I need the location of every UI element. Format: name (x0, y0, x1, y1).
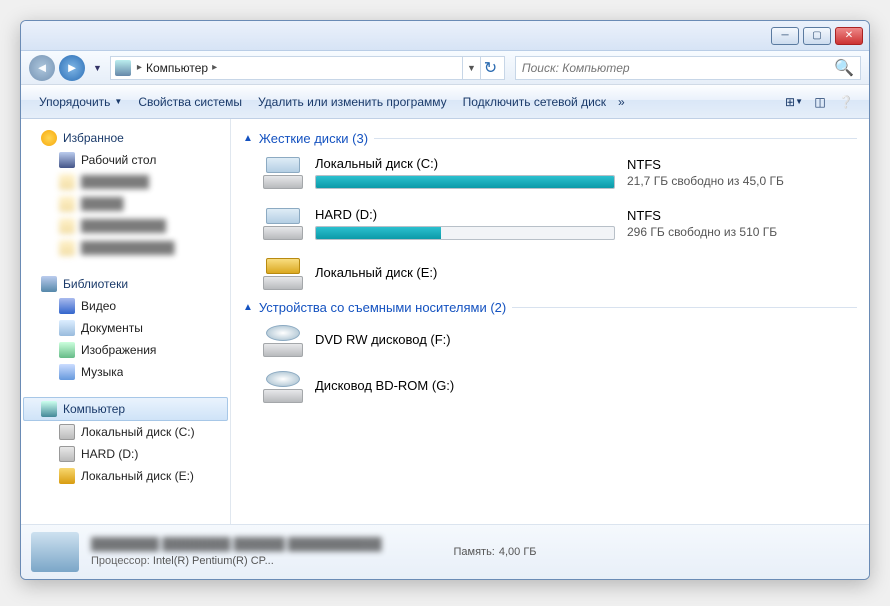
locked-disk-icon (59, 468, 75, 484)
drive-name: Локальный диск (C:) (315, 156, 615, 171)
sidebar-item-blurred[interactable]: ██████████ (23, 215, 228, 237)
search-box[interactable]: 🔍 (515, 56, 861, 80)
drive-item-e[interactable]: Локальный диск (E:) (263, 258, 857, 290)
sidebar-item-local-c[interactable]: Локальный диск (C:) (23, 421, 228, 443)
sidebar-item-blurred[interactable]: █████ (23, 193, 228, 215)
filesystem-label: NTFS (627, 157, 784, 172)
filesystem-label: NTFS (627, 208, 777, 223)
space-bar (315, 226, 615, 240)
desktop-icon (59, 152, 75, 168)
computer-large-icon (31, 532, 79, 572)
libraries-icon (41, 276, 57, 292)
sidebar-item-blurred[interactable]: ████████ (23, 171, 228, 193)
drive-item-f[interactable]: DVD RW дисковод (F:) (263, 325, 857, 357)
explorer-window: ─ ▢ ✕ ◄ ► ▼ ▸ Компьютер ▸ ▼ ↻ 🔍 Упорядоч… (20, 20, 870, 580)
cpu-value: Intel(R) Pentium(R) CP... (153, 555, 274, 567)
sidebar-item-documents[interactable]: Документы (23, 317, 228, 339)
group-header-hard-disks[interactable]: ▲ Жесткие диски (3) (243, 131, 857, 146)
sidebar-item-desktop[interactable]: Рабочий стол (23, 149, 228, 171)
toolbar-overflow[interactable]: » (614, 91, 629, 113)
close-button[interactable]: ✕ (835, 27, 863, 45)
system-properties-button[interactable]: Свойства системы (130, 91, 250, 113)
search-icon: 🔍 (834, 58, 854, 78)
sidebar-item-blurred[interactable]: ███████████ (23, 237, 228, 259)
nav-row: ◄ ► ▼ ▸ Компьютер ▸ ▼ ↻ 🔍 (21, 51, 869, 85)
image-icon (59, 342, 75, 358)
preview-pane-button[interactable]: ◫ (807, 90, 833, 114)
disk-icon (59, 424, 75, 440)
disk-icon (59, 446, 75, 462)
space-bar (315, 175, 615, 189)
sidebar-libraries[interactable]: Библиотеки (23, 273, 228, 295)
sidebar-computer[interactable]: Компьютер (23, 397, 228, 421)
drive-name: HARD (D:) (315, 207, 615, 222)
video-icon (59, 298, 75, 314)
breadcrumb-segment[interactable]: Компьютер (142, 61, 212, 75)
star-icon (41, 130, 57, 146)
computer-icon (115, 60, 131, 76)
sidebar-item-video[interactable]: Видео (23, 295, 228, 317)
drive-item-c[interactable]: Локальный диск (C:) NTFS 21,7 ГБ свободн… (263, 156, 857, 189)
minimize-button[interactable]: ─ (771, 27, 799, 45)
sidebar-item-music[interactable]: Музыка (23, 361, 228, 383)
history-dropdown[interactable]: ▼ (93, 63, 102, 73)
sidebar-favorites[interactable]: Избранное (23, 127, 228, 149)
search-input[interactable] (522, 61, 834, 75)
locked-disk-icon (263, 258, 303, 290)
refresh-button[interactable]: ↻ (480, 57, 500, 79)
drive-name: DVD RW дисковод (F:) (315, 332, 615, 347)
map-network-drive-button[interactable]: Подключить сетевой диск (455, 91, 614, 113)
content-pane: ▲ Жесткие диски (3) Локальный диск (C:) … (231, 119, 869, 524)
drive-name: Локальный диск (E:) (315, 265, 615, 280)
sidebar-item-hard-d[interactable]: HARD (D:) (23, 443, 228, 465)
memory-value: 4,00 ГБ (499, 546, 537, 558)
dvd-drive-icon (263, 325, 303, 357)
toolbar: Упорядочить ▼ Свойства системы Удалить и… (21, 85, 869, 119)
view-options-button[interactable]: ⊞ ▼ (781, 90, 807, 114)
back-button[interactable]: ◄ (29, 55, 55, 81)
help-button[interactable]: ❔ (833, 90, 859, 114)
breadcrumb-dropdown[interactable]: ▼ (462, 57, 480, 79)
uninstall-program-button[interactable]: Удалить или изменить программу (250, 91, 455, 113)
breadcrumb[interactable]: ▸ Компьютер ▸ ▼ ↻ (110, 56, 505, 80)
details-pane: ████████ ████████ ██████ ███████████ Про… (21, 524, 869, 579)
group-header-removable[interactable]: ▲ Устройства со съемными носителями (2) (243, 300, 857, 315)
music-icon (59, 364, 75, 380)
sidebar-item-images[interactable]: Изображения (23, 339, 228, 361)
hard-disk-icon (263, 208, 303, 240)
hard-disk-icon (263, 157, 303, 189)
drive-item-g[interactable]: Дисковод BD-ROM (G:) (263, 371, 857, 403)
space-text: 296 ГБ свободно из 510 ГБ (627, 225, 777, 239)
forward-button[interactable]: ► (59, 55, 85, 81)
maximize-button[interactable]: ▢ (803, 27, 831, 45)
organize-menu[interactable]: Упорядочить ▼ (31, 91, 130, 113)
body: Избранное Рабочий стол ████████ █████ ██… (21, 119, 869, 524)
titlebar: ─ ▢ ✕ (21, 21, 869, 51)
bd-drive-icon (263, 371, 303, 403)
navigation-pane: Избранное Рабочий стол ████████ █████ ██… (21, 119, 231, 524)
computer-icon (41, 401, 57, 417)
space-text: 21,7 ГБ свободно из 45,0 ГБ (627, 174, 784, 188)
drive-name: Дисковод BD-ROM (G:) (315, 378, 615, 393)
sidebar-item-local-e[interactable]: Локальный диск (E:) (23, 465, 228, 487)
drive-item-d[interactable]: HARD (D:) NTFS 296 ГБ свободно из 510 ГБ (263, 207, 857, 240)
document-icon (59, 320, 75, 336)
